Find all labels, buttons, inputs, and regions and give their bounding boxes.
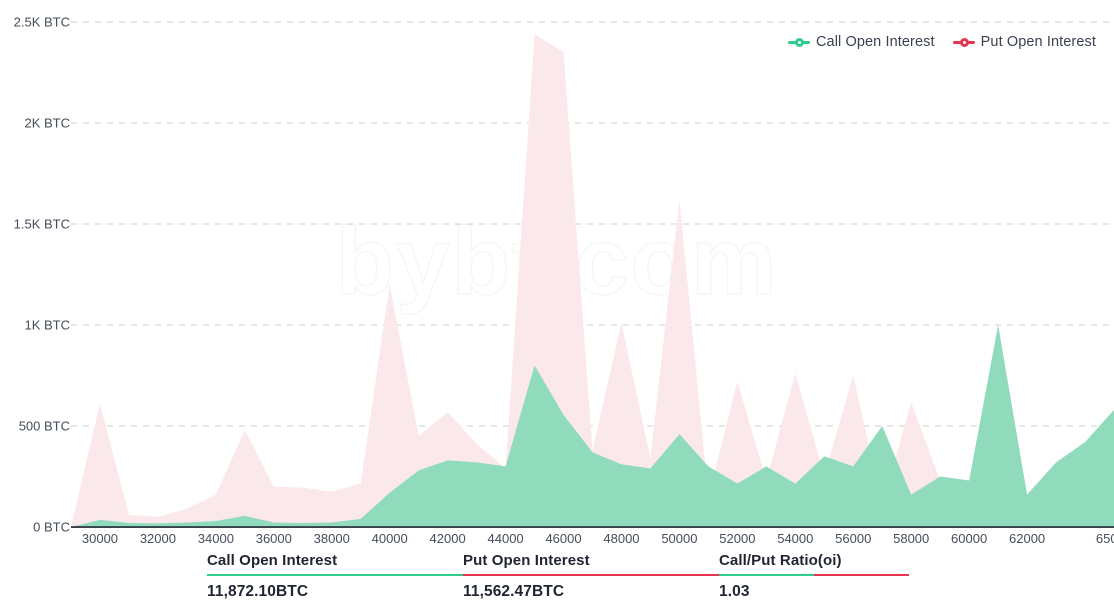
stat-title: Call Open Interest bbox=[207, 552, 338, 569]
x-axis-tick-label: 56000 bbox=[835, 531, 872, 546]
x-axis-tick-label: 44000 bbox=[487, 531, 524, 546]
chart-plot-area[interactable]: bybt.com 0 BTC500 BTC1K BTC1.5K BTC2K BT… bbox=[0, 0, 1114, 552]
stat-title: Call/Put Ratio(oi) bbox=[719, 552, 842, 569]
stat-call-put-ratio: Call/Put Ratio(oi) 1.03 bbox=[719, 552, 909, 611]
stat-put-open-interest: Put Open Interest 11,562.47BTC bbox=[463, 552, 719, 611]
x-axis-tick-label: 54000 bbox=[777, 531, 814, 546]
x-axis-tick-label: 48000 bbox=[603, 531, 640, 546]
y-axis: 0 BTC 500 BTC 1K BTC 1.5K BTC 2K BTC 2.5K BTC bbox=[0, 0, 70, 552]
stat-call-open-interest: Call Open Interest 11,872.10BTC bbox=[207, 552, 463, 611]
x-axis-tick-label: 62000 bbox=[1009, 531, 1046, 546]
stat-title: Put Open Interest bbox=[463, 552, 590, 569]
x-axis-tick-label: 52000 bbox=[719, 531, 756, 546]
x-axis-tick-label: 46000 bbox=[545, 531, 582, 546]
y-axis-tick-label: 2K BTC bbox=[24, 115, 70, 131]
summary-stats-bar: Call Open Interest 11,872.10BTC Put Open… bbox=[0, 552, 1114, 611]
y-axis-tick-label: 0 BTC bbox=[33, 519, 70, 535]
options-open-interest-chart-page: Call Open Interest Put Open Interest byb… bbox=[0, 0, 1114, 611]
x-axis-tick-label: 65000 bbox=[1095, 531, 1114, 546]
x-axis-tick-label: 58000 bbox=[893, 531, 930, 546]
y-axis-tick-label: 1.5K BTC bbox=[13, 216, 70, 232]
stat-value: 11,562.47BTC bbox=[463, 583, 565, 600]
x-axis-tick-label: 60000 bbox=[951, 531, 988, 546]
x-axis-tick-label: 50000 bbox=[661, 531, 698, 546]
y-axis-tick-label: 1K BTC bbox=[24, 317, 70, 333]
stat-underline bbox=[719, 574, 909, 576]
stat-value: 1.03 bbox=[719, 583, 750, 600]
x-axis-tick-label: 42000 bbox=[429, 531, 466, 546]
x-axis-tick-label: 34000 bbox=[197, 531, 234, 546]
y-axis-tick-label: 500 BTC bbox=[18, 418, 70, 434]
stat-underline bbox=[207, 574, 463, 576]
x-axis-tick-label: 38000 bbox=[313, 531, 350, 546]
x-axis-tick-label: 30000 bbox=[81, 531, 119, 546]
area-chart-svg[interactable] bbox=[0, 0, 1114, 552]
stat-value: 11,872.10BTC bbox=[207, 583, 309, 600]
x-axis-tick-label: 36000 bbox=[255, 531, 292, 546]
stat-underline bbox=[463, 574, 719, 576]
x-axis-tick-label: 40000 bbox=[371, 531, 408, 546]
y-axis-tick-label: 2.5K BTC bbox=[13, 14, 70, 30]
x-axis-tick-label: 32000 bbox=[139, 531, 176, 546]
